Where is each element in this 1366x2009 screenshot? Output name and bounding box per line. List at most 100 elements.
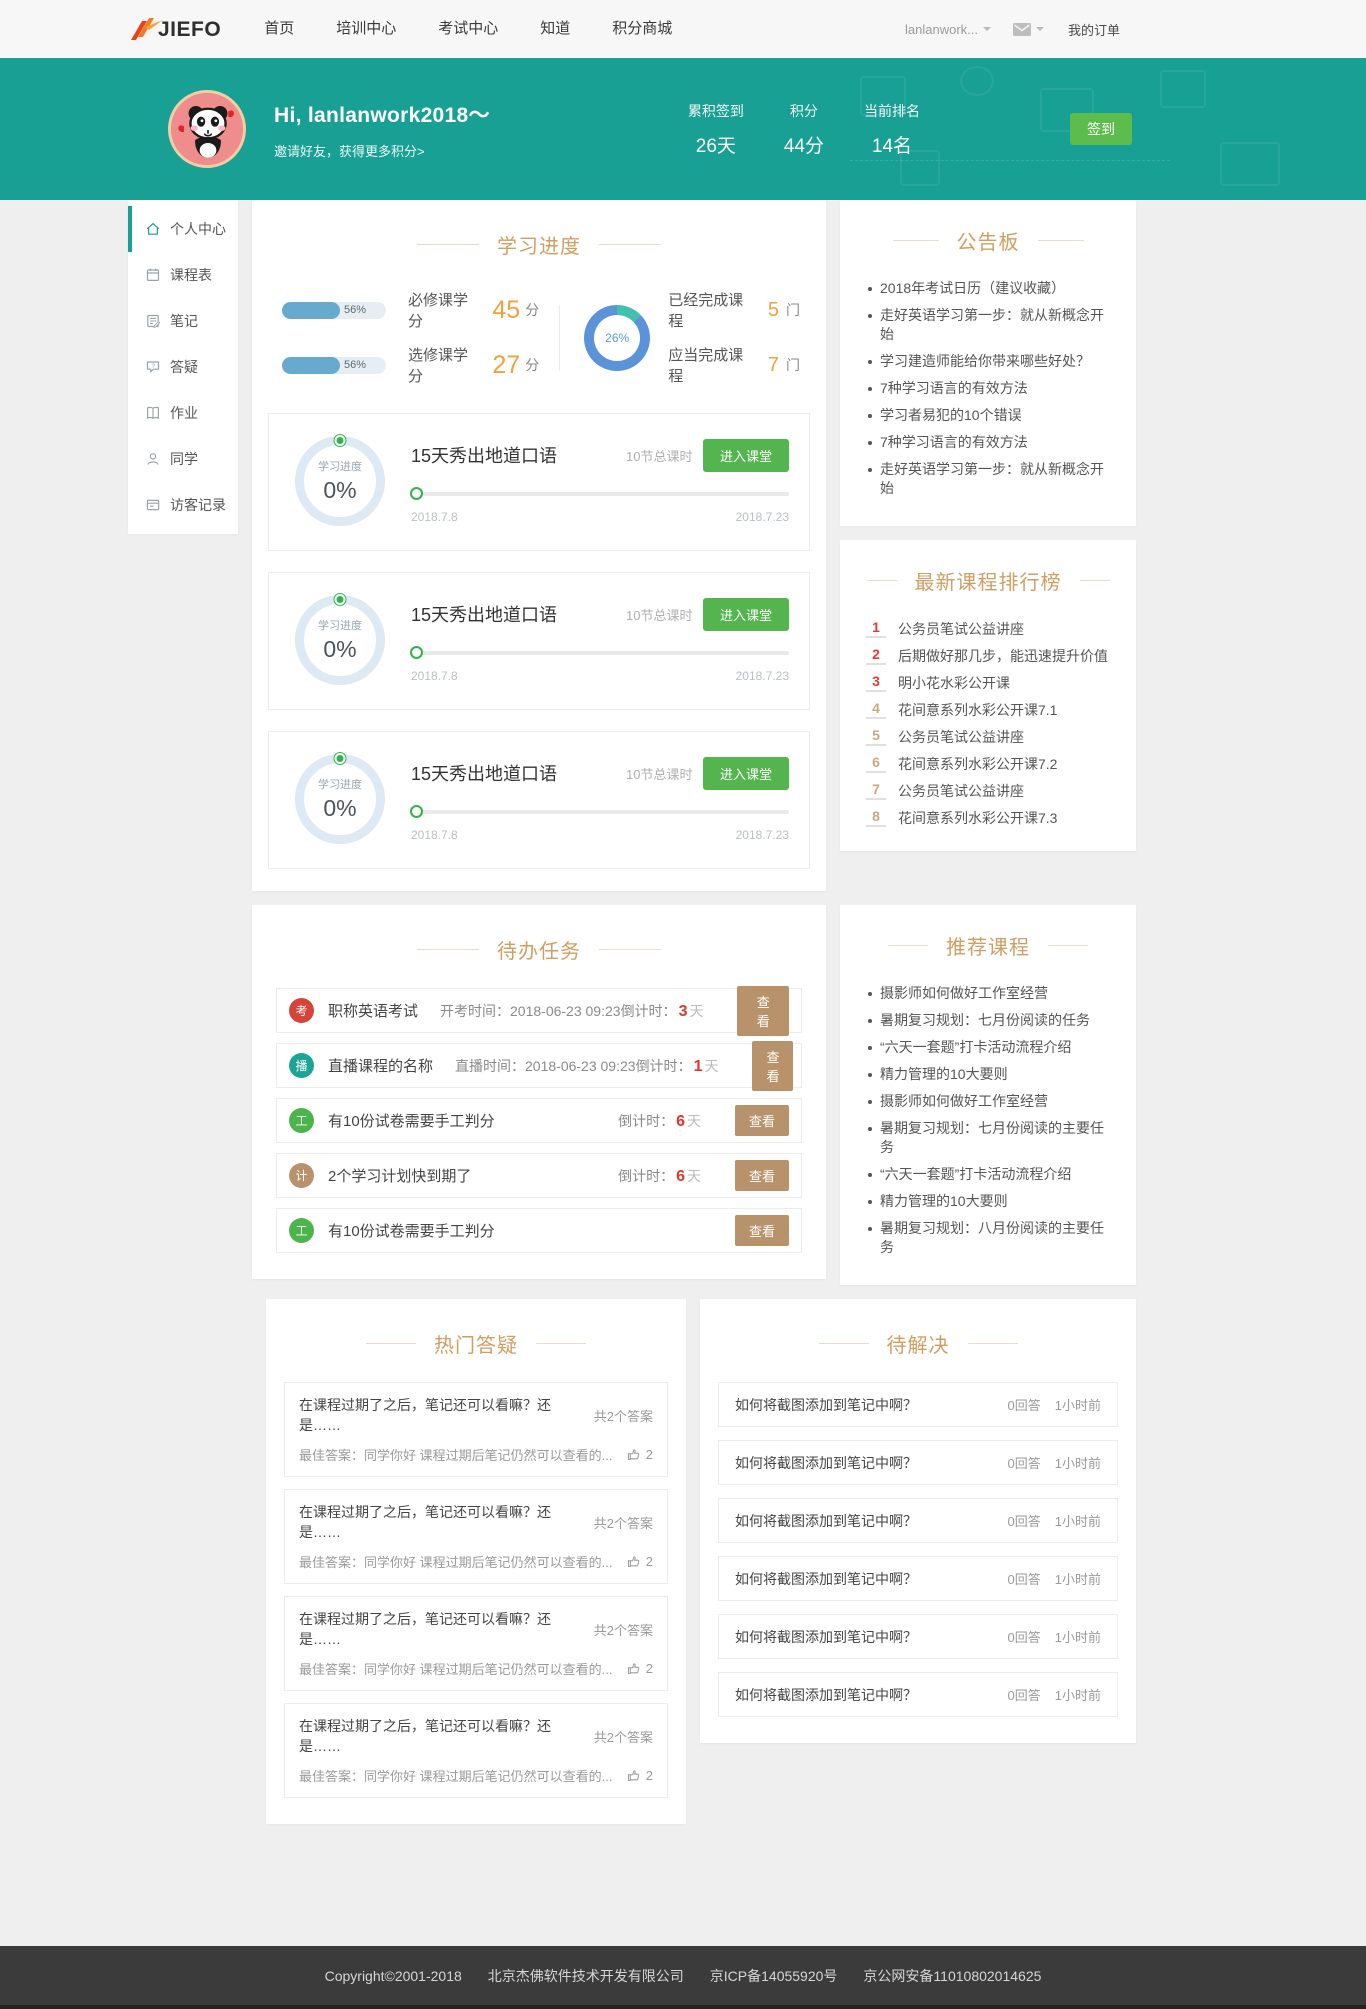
nav-item-know[interactable]: 知道 xyxy=(519,0,591,58)
ranking-item[interactable]: 5公务员笔试公益讲座 xyxy=(866,723,1116,750)
pending-question-item[interactable]: 如何将截图添加到笔记中啊？0回答1小时前 xyxy=(718,1498,1118,1543)
my-orders-link[interactable]: 我的订单 xyxy=(1068,20,1120,39)
top-navigation-bar: JIEFO 首页 培训中心 考试中心 知道 积分商城 lanlanwork...… xyxy=(0,0,1366,58)
announcement-item[interactable]: 走好英语学习第一步：就从新概念开始 xyxy=(868,302,1112,348)
progress-dot-icon xyxy=(335,594,346,605)
pending-question-item[interactable]: 如何将截图添加到笔记中啊？0回答1小时前 xyxy=(718,1672,1118,1717)
todo-item: 工 有10份试卷需要手工判分 查看 xyxy=(276,1208,802,1253)
todo-item: 播 直播课程的名称 直播时间：2018-06-23 09:23 倒计时：1天 查… xyxy=(276,1043,802,1088)
ranking-item[interactable]: 2后期做好那几步，能迅速提升价值 xyxy=(866,642,1116,669)
sidebar-item-homework[interactable]: 作业 xyxy=(128,390,238,436)
countdown: 倒计时：1天 xyxy=(636,1056,719,1076)
course-title[interactable]: 15天秀出地道口语 xyxy=(411,601,626,627)
required-progress-bar: 56% xyxy=(282,302,386,319)
avatar[interactable] xyxy=(168,90,246,168)
answer-count: 0回答 xyxy=(1008,1627,1041,1646)
ranking-item[interactable]: 8花间意系列水彩公开课7.3 xyxy=(866,804,1116,831)
course-start-date: 2018.7.8 xyxy=(411,510,458,524)
recommended-course-item[interactable]: “六天一套题”打卡活动流程介绍 xyxy=(868,1034,1112,1061)
course-title[interactable]: 15天秀出地道口语 xyxy=(411,442,626,468)
due-courses: 应当完成课程7门 xyxy=(668,344,800,386)
qa-item[interactable]: 在课程过期了之后，笔记还可以看嘛？还是……共2个答案 最佳答案：同学你好 课程过… xyxy=(284,1703,668,1798)
invite-friends-link[interactable]: 邀请好友，获得更多积分> xyxy=(274,141,490,160)
view-button[interactable]: 查看 xyxy=(735,1105,789,1136)
ranking-item[interactable]: 4花间意系列水彩公开课7.1 xyxy=(866,696,1116,723)
likes[interactable]: 2 xyxy=(626,1554,653,1569)
messages-dropdown[interactable] xyxy=(1013,23,1044,36)
envelope-icon xyxy=(1013,23,1031,36)
panda-avatar-image xyxy=(171,93,245,167)
sidebar-item-qa[interactable]: ? 答疑 xyxy=(128,344,238,390)
stat-points: 积分 44分 xyxy=(784,101,824,158)
ranking-item[interactable]: 1公务员笔试公益讲座 xyxy=(866,615,1116,642)
enter-classroom-button[interactable]: 进入课堂 xyxy=(703,598,789,631)
course-lessons: 10节总课时 xyxy=(626,605,703,624)
sidebar-item-notes[interactable]: 笔记 xyxy=(128,298,238,344)
ranking-item[interactable]: 6花间意系列水彩公开课7.2 xyxy=(866,750,1116,777)
nav-item-home[interactable]: 首页 xyxy=(243,0,315,58)
sign-in-button[interactable]: 签到 xyxy=(1070,113,1132,145)
recommended-course-item[interactable]: 精力管理的10大要则 xyxy=(868,1188,1112,1215)
announcement-item[interactable]: 学习者易犯的10个错误 xyxy=(868,402,1112,429)
recommended-course-item[interactable]: 摄影师如何做好工作室经营 xyxy=(868,1088,1112,1115)
progress-knob[interactable] xyxy=(410,487,423,500)
course-title[interactable]: 15天秀出地道口语 xyxy=(411,760,626,786)
home-icon xyxy=(145,221,161,237)
announcement-item[interactable]: 走好英语学习第一步：就从新概念开始 xyxy=(868,456,1112,502)
recommended-course-item[interactable]: “六天一套题”打卡活动流程介绍 xyxy=(868,1161,1112,1188)
view-button[interactable]: 查看 xyxy=(735,1215,789,1246)
announcement-item[interactable]: 7种学习语言的有效方法 xyxy=(868,375,1112,402)
ranking-item[interactable]: 7公务员笔试公益讲座 xyxy=(866,777,1116,804)
plan-badge-icon: 计 xyxy=(289,1163,314,1188)
recommended-course-item[interactable]: 摄影师如何做好工作室经营 xyxy=(868,980,1112,1007)
chevron-down-icon[interactable] xyxy=(983,27,991,35)
course-progress-track xyxy=(411,810,789,814)
view-button[interactable]: 查看 xyxy=(737,986,789,1036)
icp-license: 京ICP备14055920号 xyxy=(710,1966,838,1986)
course-progress-track xyxy=(411,651,789,655)
enter-classroom-button[interactable]: 进入课堂 xyxy=(703,439,789,472)
likes[interactable]: 2 xyxy=(626,1447,653,1462)
pending-questions-panel: 待解决 如何将截图添加到笔记中啊？0回答1小时前 如何将截图添加到笔记中啊？0回… xyxy=(700,1299,1136,1743)
course-end-date: 2018.7.23 xyxy=(736,669,789,683)
nav-item-points-mall[interactable]: 积分商城 xyxy=(591,0,693,58)
enter-classroom-button[interactable]: 进入课堂 xyxy=(703,757,789,790)
svg-text:?: ? xyxy=(151,363,155,370)
thumbs-up-icon xyxy=(626,1447,641,1462)
pending-question-item[interactable]: 如何将截图添加到笔记中啊？0回答1小时前 xyxy=(718,1614,1118,1659)
progress-knob[interactable] xyxy=(410,646,423,659)
announcement-item[interactable]: 7种学习语言的有效方法 xyxy=(868,429,1112,456)
pending-question-item[interactable]: 如何将截图添加到笔记中啊？0回答1小时前 xyxy=(718,1382,1118,1427)
divider xyxy=(559,305,560,371)
likes[interactable]: 2 xyxy=(626,1661,653,1676)
announcement-board-panel: 公告板 2018年考试日历（建议收藏） 走好英语学习第一步：就从新概念开始 学习… xyxy=(840,200,1136,526)
recommended-course-item[interactable]: 暑期复习规划：七月份阅读的主要任务 xyxy=(868,1115,1112,1161)
nav-item-exam[interactable]: 考试中心 xyxy=(417,0,519,58)
view-button[interactable]: 查看 xyxy=(752,1041,793,1091)
username-dropdown[interactable]: lanlanwork... xyxy=(905,22,978,37)
view-button[interactable]: 查看 xyxy=(735,1160,789,1191)
recommended-course-item[interactable]: 暑期复习规划：七月份阅读的任务 xyxy=(868,1007,1112,1034)
sidebar-item-visitors[interactable]: 访客记录 xyxy=(128,482,238,528)
sidebar-item-schedule[interactable]: 课程表 xyxy=(128,252,238,298)
recommended-course-item[interactable]: 精力管理的10大要则 xyxy=(868,1061,1112,1088)
announcement-item[interactable]: 学习建造师能给你带来哪些好处？ xyxy=(868,348,1112,375)
sidebar-item-classmates[interactable]: 同学 xyxy=(128,436,238,482)
nav-item-training[interactable]: 培训中心 xyxy=(315,0,417,58)
progress-knob[interactable] xyxy=(410,805,423,818)
ranking-item[interactable]: 3明小花水彩公开课 xyxy=(866,669,1116,696)
jiefo-logo[interactable]: JIEFO xyxy=(128,16,221,42)
qa-item[interactable]: 在课程过期了之后，笔记还可以看嘛？还是……共2个答案 最佳答案：同学你好 课程过… xyxy=(284,1489,668,1584)
qa-item[interactable]: 在课程过期了之后，笔记还可以看嘛？还是……共2个答案 最佳答案：同学你好 课程过… xyxy=(284,1596,668,1691)
announcement-item[interactable]: 2018年考试日历（建议收藏） xyxy=(868,275,1112,302)
pending-question-item[interactable]: 如何将截图添加到笔记中啊？0回答1小时前 xyxy=(718,1440,1118,1485)
course-start-date: 2018.7.8 xyxy=(411,669,458,683)
qa-item[interactable]: 在课程过期了之后，笔记还可以看嘛？还是……共2个答案 最佳答案：同学你好 课程过… xyxy=(284,1382,668,1477)
section-title-todos: 待办任务 xyxy=(252,905,826,964)
elective-credits-row: 56% 选修课学分 27 分 xyxy=(282,344,539,386)
recommended-course-item[interactable]: 暑期复习规划：八月份阅读的主要任务 xyxy=(868,1215,1112,1261)
countdown xyxy=(697,1222,701,1240)
sidebar-item-personal-center[interactable]: 个人中心 xyxy=(128,206,238,252)
likes[interactable]: 2 xyxy=(626,1768,653,1783)
pending-question-item[interactable]: 如何将截图添加到笔记中啊？0回答1小时前 xyxy=(718,1556,1118,1601)
